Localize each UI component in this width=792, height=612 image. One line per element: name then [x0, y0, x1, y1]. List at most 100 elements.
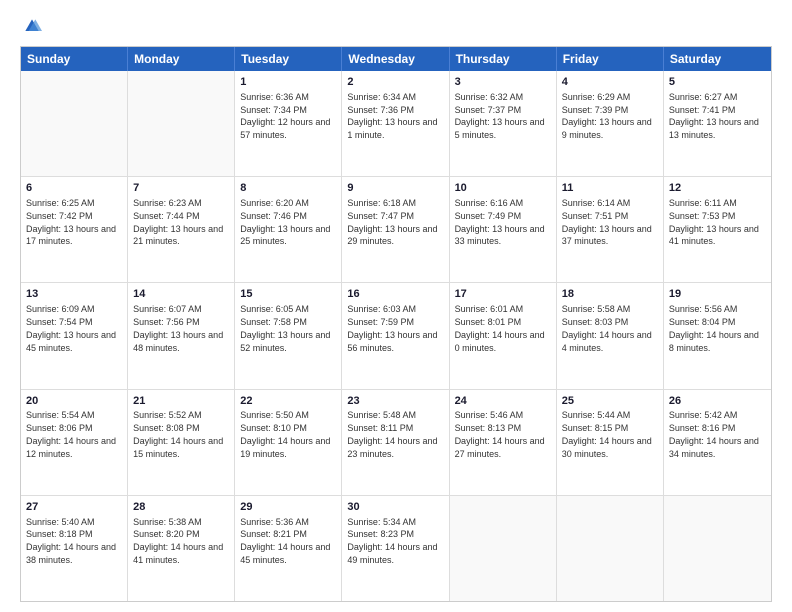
calendar-cell: 15 Sunrise: 6:05 AM Sunset: 7:58 PM Dayli…: [235, 283, 342, 388]
table-row: 27 Sunrise: 5:40 AM Sunset: 8:18 PM Dayli…: [21, 496, 771, 601]
cell-daylight-info: Sunrise: 5:48 AM Sunset: 8:11 PM Dayligh…: [347, 410, 440, 458]
cell-daylight-info: Sunrise: 6:01 AM Sunset: 8:01 PM Dayligh…: [455, 304, 548, 352]
cell-daylight-info: Sunrise: 6:05 AM Sunset: 7:58 PM Dayligh…: [240, 304, 333, 352]
calendar-cell: 11 Sunrise: 6:14 AM Sunset: 7:51 PM Dayli…: [557, 177, 664, 282]
calendar-cell: 29Sunrise: 5:36 AM Sunset: 8:21 PM Dayli…: [235, 496, 342, 601]
cell-daylight-info: Sunrise: 6:36 AM Sunset: 7:34 PM Dayligh…: [240, 92, 333, 140]
day-number: 17: [455, 287, 551, 302]
cell-daylight-info: Sunrise: 6:09 AM Sunset: 7:54 PM Dayligh…: [26, 304, 119, 352]
calendar-cell: 10Sunrise: 6:16 AM Sunset: 7:49 PM Dayli…: [450, 177, 557, 282]
day-number: 11: [562, 181, 658, 196]
cell-daylight-info: Sunrise: 6:14 AM Sunset: 7:51 PM Dayligh…: [562, 198, 655, 246]
cell-daylight-info: Sunrise: 6:34 AM Sunset: 7:36 PM Dayligh…: [347, 92, 440, 140]
calendar-cell: 5Sunrise: 6:27 AM Sunset: 7:41 PM Daylig…: [664, 71, 771, 176]
calendar-cell: 23Sunrise: 5:48 AM Sunset: 8:11 PM Dayli…: [342, 390, 449, 495]
cell-daylight-info: Sunrise: 6:11 AM Sunset: 7:53 PM Dayligh…: [669, 198, 762, 246]
calendar-cell: 18 Sunrise: 5:58 AM Sunset: 8:03 PM Dayli…: [557, 283, 664, 388]
day-number: 20: [26, 394, 122, 409]
weekday-header: Monday: [128, 47, 235, 71]
weekday-header: Tuesday: [235, 47, 342, 71]
cell-daylight-info: Sunrise: 5:36 AM Sunset: 8:21 PM Dayligh…: [240, 517, 333, 565]
calendar-body: 1 Sunrise: 6:36 AM Sunset: 7:34 PM Daylig…: [21, 71, 771, 601]
calendar-cell: 7 Sunrise: 6:23 AM Sunset: 7:44 PM Daylig…: [128, 177, 235, 282]
cell-daylight-info: Sunrise: 5:58 AM Sunset: 8:03 PM Dayligh…: [562, 304, 655, 352]
day-number: 21: [133, 394, 229, 409]
table-row: 6Sunrise: 6:25 AM Sunset: 7:42 PM Daylig…: [21, 177, 771, 283]
calendar-cell: 13 Sunrise: 6:09 AM Sunset: 7:54 PM Dayli…: [21, 283, 128, 388]
day-number: 12: [669, 181, 766, 196]
calendar: SundayMondayTuesdayWednesdayThursdayFrid…: [20, 46, 772, 602]
cell-daylight-info: Sunrise: 5:42 AM Sunset: 8:16 PM Dayligh…: [669, 410, 762, 458]
day-number: 14: [133, 287, 229, 302]
day-number: 24: [455, 394, 551, 409]
cell-daylight-info: Sunrise: 5:46 AM Sunset: 8:13 PM Dayligh…: [455, 410, 548, 458]
day-number: 18: [562, 287, 658, 302]
day-number: 8: [240, 181, 336, 196]
day-number: 23: [347, 394, 443, 409]
cell-daylight-info: Sunrise: 5:40 AM Sunset: 8:18 PM Dayligh…: [26, 517, 119, 565]
cell-daylight-info: Sunrise: 6:25 AM Sunset: 7:42 PM Dayligh…: [26, 198, 119, 246]
cell-daylight-info: Sunrise: 5:50 AM Sunset: 8:10 PM Dayligh…: [240, 410, 333, 458]
table-row: 1 Sunrise: 6:36 AM Sunset: 7:34 PM Daylig…: [21, 71, 771, 177]
cell-daylight-info: Sunrise: 5:38 AM Sunset: 8:20 PM Dayligh…: [133, 517, 226, 565]
weekday-header: Saturday: [664, 47, 771, 71]
day-number: 25: [562, 394, 658, 409]
calendar-cell: 14 Sunrise: 6:07 AM Sunset: 7:56 PM Dayli…: [128, 283, 235, 388]
calendar-header: SundayMondayTuesdayWednesdayThursdayFrid…: [21, 47, 771, 71]
day-number: 15: [240, 287, 336, 302]
day-number: 9: [347, 181, 443, 196]
header: [20, 16, 772, 36]
calendar-cell: 9 Sunrise: 6:18 AM Sunset: 7:47 PM Daylig…: [342, 177, 449, 282]
calendar-cell: 2Sunrise: 6:34 AM Sunset: 7:36 PM Daylig…: [342, 71, 449, 176]
calendar-cell: 28 Sunrise: 5:38 AM Sunset: 8:20 PM Dayli…: [128, 496, 235, 601]
calendar-cell: 19 Sunrise: 5:56 AM Sunset: 8:04 PM Dayli…: [664, 283, 771, 388]
cell-daylight-info: Sunrise: 6:32 AM Sunset: 7:37 PM Dayligh…: [455, 92, 548, 140]
logo: [20, 16, 42, 36]
cell-daylight-info: Sunrise: 6:20 AM Sunset: 7:46 PM Dayligh…: [240, 198, 333, 246]
day-number: 16: [347, 287, 443, 302]
calendar-cell: 27 Sunrise: 5:40 AM Sunset: 8:18 PM Dayli…: [21, 496, 128, 601]
day-number: 1: [240, 75, 336, 90]
calendar-cell: 4 Sunrise: 6:29 AM Sunset: 7:39 PM Daylig…: [557, 71, 664, 176]
weekday-header: Sunday: [21, 47, 128, 71]
cell-daylight-info: Sunrise: 5:54 AM Sunset: 8:06 PM Dayligh…: [26, 410, 119, 458]
cell-daylight-info: Sunrise: 6:18 AM Sunset: 7:47 PM Dayligh…: [347, 198, 440, 246]
weekday-header: Wednesday: [342, 47, 449, 71]
calendar-cell: [128, 71, 235, 176]
page: SundayMondayTuesdayWednesdayThursdayFrid…: [0, 0, 792, 612]
table-row: 13 Sunrise: 6:09 AM Sunset: 7:54 PM Dayli…: [21, 283, 771, 389]
calendar-cell: 12 Sunrise: 6:11 AM Sunset: 7:53 PM Dayli…: [664, 177, 771, 282]
calendar-cell: 24Sunrise: 5:46 AM Sunset: 8:13 PM Dayli…: [450, 390, 557, 495]
day-number: 30: [347, 500, 443, 515]
calendar-cell: 22Sunrise: 5:50 AM Sunset: 8:10 PM Dayli…: [235, 390, 342, 495]
weekday-header: Thursday: [450, 47, 557, 71]
calendar-cell: [450, 496, 557, 601]
calendar-cell: [21, 71, 128, 176]
calendar-cell: 26Sunrise: 5:42 AM Sunset: 8:16 PM Dayli…: [664, 390, 771, 495]
calendar-cell: 20Sunrise: 5:54 AM Sunset: 8:06 PM Dayli…: [21, 390, 128, 495]
day-number: 3: [455, 75, 551, 90]
day-number: 7: [133, 181, 229, 196]
cell-daylight-info: Sunrise: 6:03 AM Sunset: 7:59 PM Dayligh…: [347, 304, 440, 352]
cell-daylight-info: Sunrise: 6:07 AM Sunset: 7:56 PM Dayligh…: [133, 304, 226, 352]
calendar-cell: 30 Sunrise: 5:34 AM Sunset: 8:23 PM Dayli…: [342, 496, 449, 601]
cell-daylight-info: Sunrise: 5:56 AM Sunset: 8:04 PM Dayligh…: [669, 304, 762, 352]
calendar-cell: [664, 496, 771, 601]
cell-daylight-info: Sunrise: 5:44 AM Sunset: 8:15 PM Dayligh…: [562, 410, 655, 458]
day-number: 10: [455, 181, 551, 196]
cell-daylight-info: Sunrise: 6:27 AM Sunset: 7:41 PM Dayligh…: [669, 92, 762, 140]
day-number: 4: [562, 75, 658, 90]
calendar-cell: 16 Sunrise: 6:03 AM Sunset: 7:59 PM Dayli…: [342, 283, 449, 388]
calendar-cell: 25Sunrise: 5:44 AM Sunset: 8:15 PM Dayli…: [557, 390, 664, 495]
weekday-header: Friday: [557, 47, 664, 71]
day-number: 28: [133, 500, 229, 515]
cell-daylight-info: Sunrise: 6:29 AM Sunset: 7:39 PM Dayligh…: [562, 92, 655, 140]
cell-daylight-info: Sunrise: 5:34 AM Sunset: 8:23 PM Dayligh…: [347, 517, 440, 565]
day-number: 27: [26, 500, 122, 515]
day-number: 19: [669, 287, 766, 302]
table-row: 20Sunrise: 5:54 AM Sunset: 8:06 PM Dayli…: [21, 390, 771, 496]
day-number: 13: [26, 287, 122, 302]
cell-daylight-info: Sunrise: 6:23 AM Sunset: 7:44 PM Dayligh…: [133, 198, 226, 246]
calendar-cell: 3 Sunrise: 6:32 AM Sunset: 7:37 PM Daylig…: [450, 71, 557, 176]
calendar-cell: 21Sunrise: 5:52 AM Sunset: 8:08 PM Dayli…: [128, 390, 235, 495]
